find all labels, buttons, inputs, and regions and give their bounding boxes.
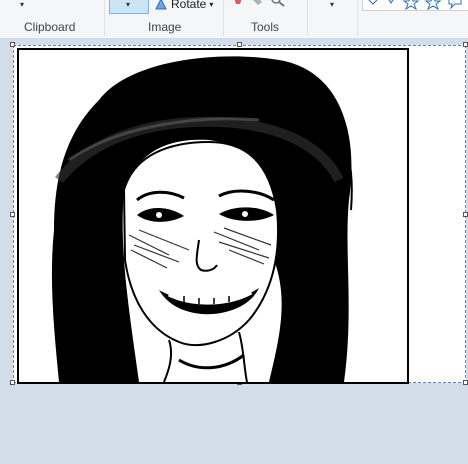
group-separator [357, 0, 358, 36]
star4-shape-icon [388, 0, 394, 4]
tools-icons[interactable] [232, 0, 292, 8]
resize-handle-right[interactable] [463, 212, 468, 217]
group-label-clipboard: Clipboard [24, 20, 76, 34]
drawing-frame [17, 48, 409, 384]
brushes-dropdown-arrow[interactable]: ▾ [330, 0, 334, 9]
group-separator [104, 0, 105, 36]
arrow-shape-icon [368, 0, 378, 5]
ribbon: ▾ Clipboard ▾ Rotate ▾ Image Tools ▾ [0, 0, 468, 39]
portrait-drawing [51, 56, 353, 382]
callout-shape-icon [448, 0, 462, 10]
resize-handle-bottom-right[interactable] [463, 380, 468, 385]
group-label-tools: Tools [251, 20, 280, 34]
select-dropdown-button[interactable]: ▾ [109, 0, 149, 14]
resize-handle-bottom-left[interactable] [10, 380, 15, 385]
shapes-gallery[interactable] [362, 0, 468, 11]
eraser-icon[interactable] [252, 0, 262, 5]
rotate-label: Rotate [171, 0, 207, 11]
star6-shape-icon [424, 0, 442, 11]
rotate-icon [155, 0, 167, 10]
group-separator [223, 0, 224, 36]
group-separator [307, 0, 308, 36]
resize-handle-top-left[interactable] [10, 42, 15, 47]
resize-handle-top[interactable] [237, 42, 242, 47]
group-label-image: Image [148, 20, 182, 34]
rotate-dropdown-arrow: ▾ [209, 0, 214, 9]
resize-handle-left[interactable] [10, 212, 15, 217]
star5-shape-icon [402, 0, 420, 11]
select-dropdown-arrow: ▾ [126, 0, 131, 9]
rotate-button[interactable]: Rotate ▾ [154, 0, 213, 11]
shapes-icons [368, 0, 462, 11]
paste-dropdown-arrow[interactable]: ▾ [20, 0, 24, 9]
pencil-icon[interactable] [234, 0, 242, 4]
resize-handle-top-right[interactable] [463, 42, 468, 47]
